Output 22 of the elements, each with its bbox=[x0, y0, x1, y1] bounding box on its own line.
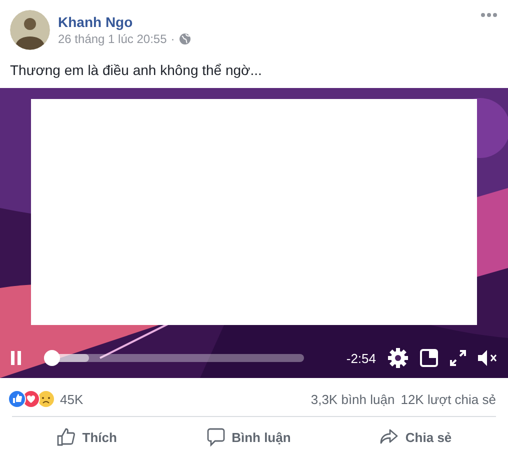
reaction-count[interactable]: 45K bbox=[60, 392, 84, 406]
pause-icon[interactable] bbox=[10, 351, 22, 365]
speech-bubble-icon bbox=[206, 427, 226, 447]
reaction-icons[interactable] bbox=[8, 390, 54, 408]
like-button[interactable]: Thích bbox=[48, 423, 125, 451]
post-time[interactable]: 26 tháng 1 lúc 20:55 bbox=[58, 32, 167, 46]
mini-player-icon[interactable] bbox=[420, 349, 438, 367]
comment-count[interactable]: 3,3K bình luận bbox=[310, 392, 395, 406]
fullscreen-icon[interactable] bbox=[450, 350, 466, 366]
share-button[interactable]: Chia sẻ bbox=[371, 423, 460, 451]
avatar[interactable] bbox=[10, 10, 50, 50]
post-text: Thương em là điều anh không thể ngờ... bbox=[9, 61, 263, 80]
more-icon[interactable] bbox=[480, 12, 498, 18]
comment-button[interactable]: Bình luận bbox=[198, 423, 299, 451]
share-count[interactable]: 12K lượt chia sẻ bbox=[400, 392, 496, 406]
thumbs-up-icon bbox=[56, 427, 76, 447]
settings-icon[interactable] bbox=[388, 348, 408, 368]
author-name[interactable]: Khanh Ngo bbox=[58, 14, 472, 30]
muted-speaker-icon[interactable] bbox=[478, 350, 498, 366]
time-remaining: -2:54 bbox=[346, 350, 376, 366]
separator: · bbox=[170, 32, 175, 46]
globe-icon bbox=[178, 33, 191, 45]
